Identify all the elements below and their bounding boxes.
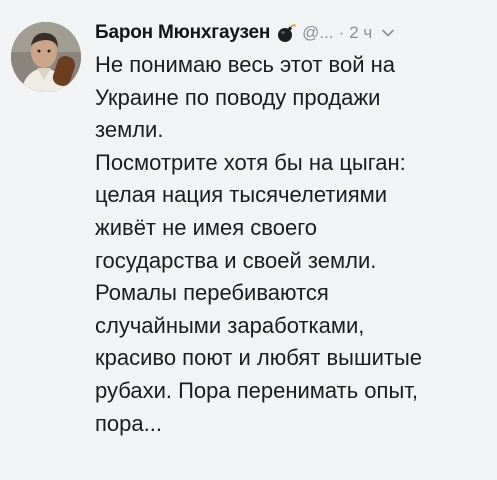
tweet-text-line: пора... <box>95 410 162 436</box>
tweet-text-line: земли. <box>95 117 164 143</box>
timestamp[interactable]: 2 ч <box>349 23 372 43</box>
tweet-text-line: целая нация тысячелетиями <box>95 182 388 208</box>
tweet-card: Барон Мюнхгаузен @... · 2 ч Не понимаю в… <box>0 0 497 480</box>
tweet-text-line: красиво поют и любят вышитые <box>95 345 423 371</box>
tweet-text-line: рубахи. Пора перенимать опыт, <box>95 377 419 403</box>
author-handle[interactable]: @... <box>302 23 333 43</box>
tweet-text-line: живёт не имея своего <box>95 214 317 240</box>
tweet-text-line: Посмотрите хотя бы на цыган: <box>95 149 406 175</box>
author-name[interactable]: Барон Мюнхгаузен <box>95 22 270 44</box>
tweet-text-line: Украине по поводу продажи <box>95 84 381 110</box>
tweet-header: Барон Мюнхгаузен @... · 2 ч <box>95 20 497 46</box>
tweet-text-line: Ромалы перебиваются <box>95 280 329 306</box>
bomb-icon <box>276 23 296 43</box>
tweet-text: Не понимаю весь этот вой на Украине по п… <box>95 49 497 440</box>
chevron-down-icon[interactable] <box>381 26 395 40</box>
tweet-text-line: случайными заработками, <box>95 312 365 338</box>
tweet-text-line: государства и своей земли. <box>95 247 377 273</box>
avatar[interactable] <box>11 22 81 92</box>
header-separator: · <box>338 23 345 42</box>
tweet-text-line: Не понимаю весь этот вой на <box>95 52 396 77</box>
